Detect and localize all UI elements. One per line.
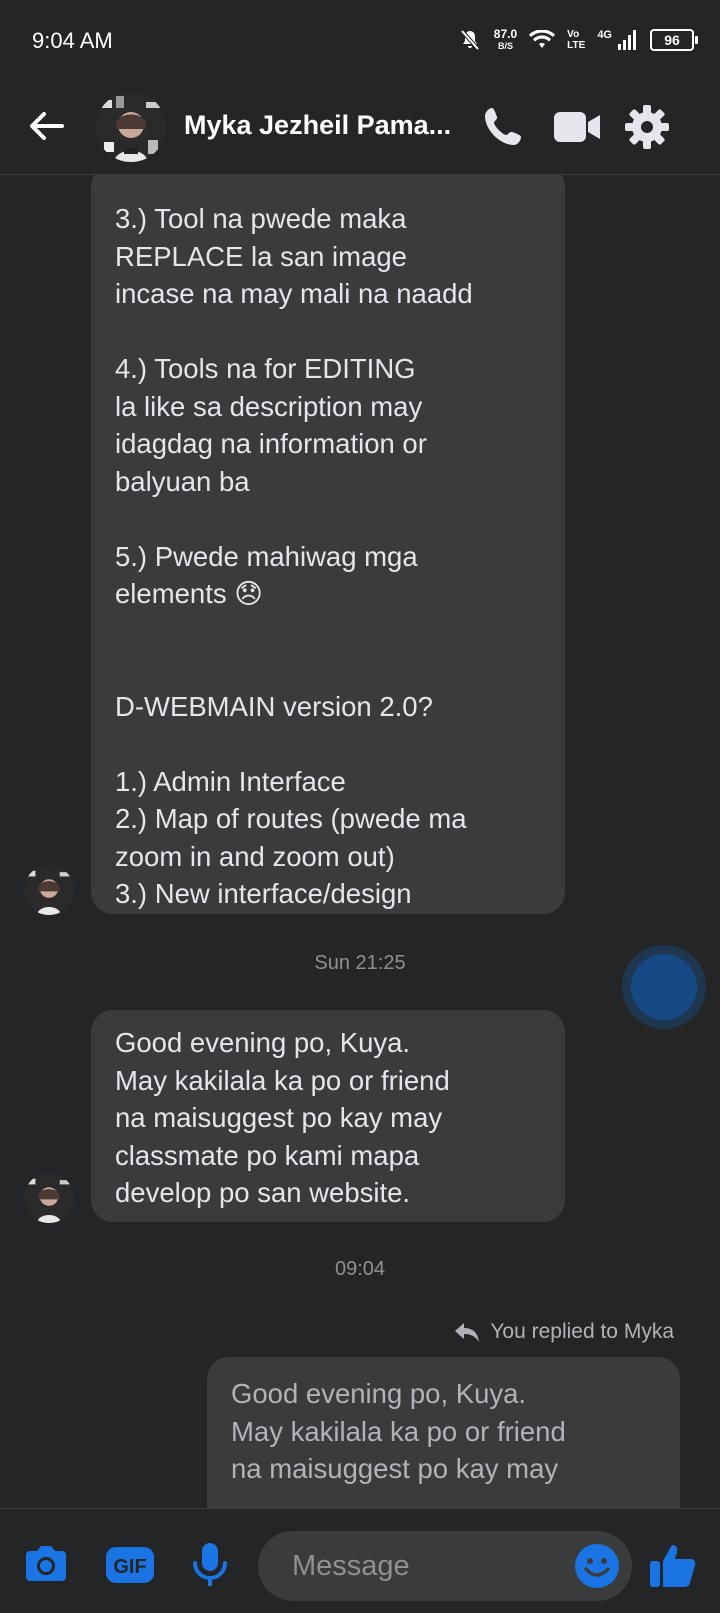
net-speed-unit: B/S (497, 41, 513, 51)
wifi-icon (529, 30, 556, 48)
reply-note-text: You replied to Myka (490, 1320, 674, 1343)
message-placeholder: Message (292, 1549, 410, 1582)
network-type: 4G (597, 29, 612, 41)
volte-top: Vo (567, 29, 580, 40)
microphone-icon[interactable] (184, 1539, 236, 1591)
phone-icon[interactable] (478, 102, 528, 152)
avatar-image (24, 1173, 74, 1223)
reply-arrow-icon (455, 1323, 480, 1342)
volte-bottom: LTE (567, 40, 586, 51)
timestamp: 09:04 (334, 1258, 386, 1280)
status-icons: 87.0 B/S Vo LTE 4G 96 (458, 22, 698, 58)
reply-note: You replied to Myka (454, 1320, 674, 1344)
net-speed-value: 87.0 (493, 27, 518, 41)
status-bar: 9:04 AM 87.0 B/S Vo LTE 4G 96 (0, 0, 720, 80)
incoming-message[interactable]: 3.) Tool na pwede maka REPLACE la san im… (91, 175, 565, 914)
avatar-image (24, 865, 74, 915)
camera-icon[interactable] (20, 1539, 72, 1591)
signal-icon (618, 30, 636, 50)
net-speed: 87.0 B/S (494, 28, 517, 52)
volte-indicator: Vo LTE (567, 29, 585, 51)
video-camera-icon[interactable] (552, 102, 602, 152)
battery-level: 96 (664, 32, 680, 48)
gif-icon[interactable]: GIF (104, 1539, 156, 1591)
floating-chat-head[interactable] (622, 945, 706, 1029)
avatar-image (96, 92, 166, 162)
contact-avatar[interactable] (96, 92, 166, 162)
sender-avatar[interactable] (24, 1173, 74, 1223)
message-input[interactable]: Message (258, 1531, 632, 1601)
sender-avatar[interactable] (24, 865, 74, 915)
battery-indicator: 96 (650, 29, 698, 51)
timestamp: Sun 21:25 (314, 952, 406, 974)
gear-icon[interactable] (622, 102, 672, 152)
arrow-left-icon[interactable] (24, 104, 68, 148)
message-composer: GIF Message (0, 1508, 720, 1613)
thumbs-up-icon[interactable] (648, 1539, 700, 1591)
chat-head-inner (631, 954, 697, 1020)
contact-name[interactable]: Myka Jezheil Pama... (184, 110, 484, 141)
status-time: 9:04 AM (32, 28, 113, 53)
quoted-message[interactable]: Good evening po, Kuya. May kakilala ka p… (207, 1357, 680, 1508)
chat-header: Myka Jezheil Pama... (0, 80, 720, 175)
notifications-muted-icon (460, 29, 480, 51)
incoming-message[interactable]: Good evening po, Kuya. May kakilala ka p… (91, 1010, 565, 1222)
smiley-icon[interactable] (574, 1543, 620, 1589)
message-list[interactable]: 3.) Tool na pwede maka REPLACE la san im… (0, 175, 720, 1508)
svg-text:GIF: GIF (113, 1556, 146, 1578)
